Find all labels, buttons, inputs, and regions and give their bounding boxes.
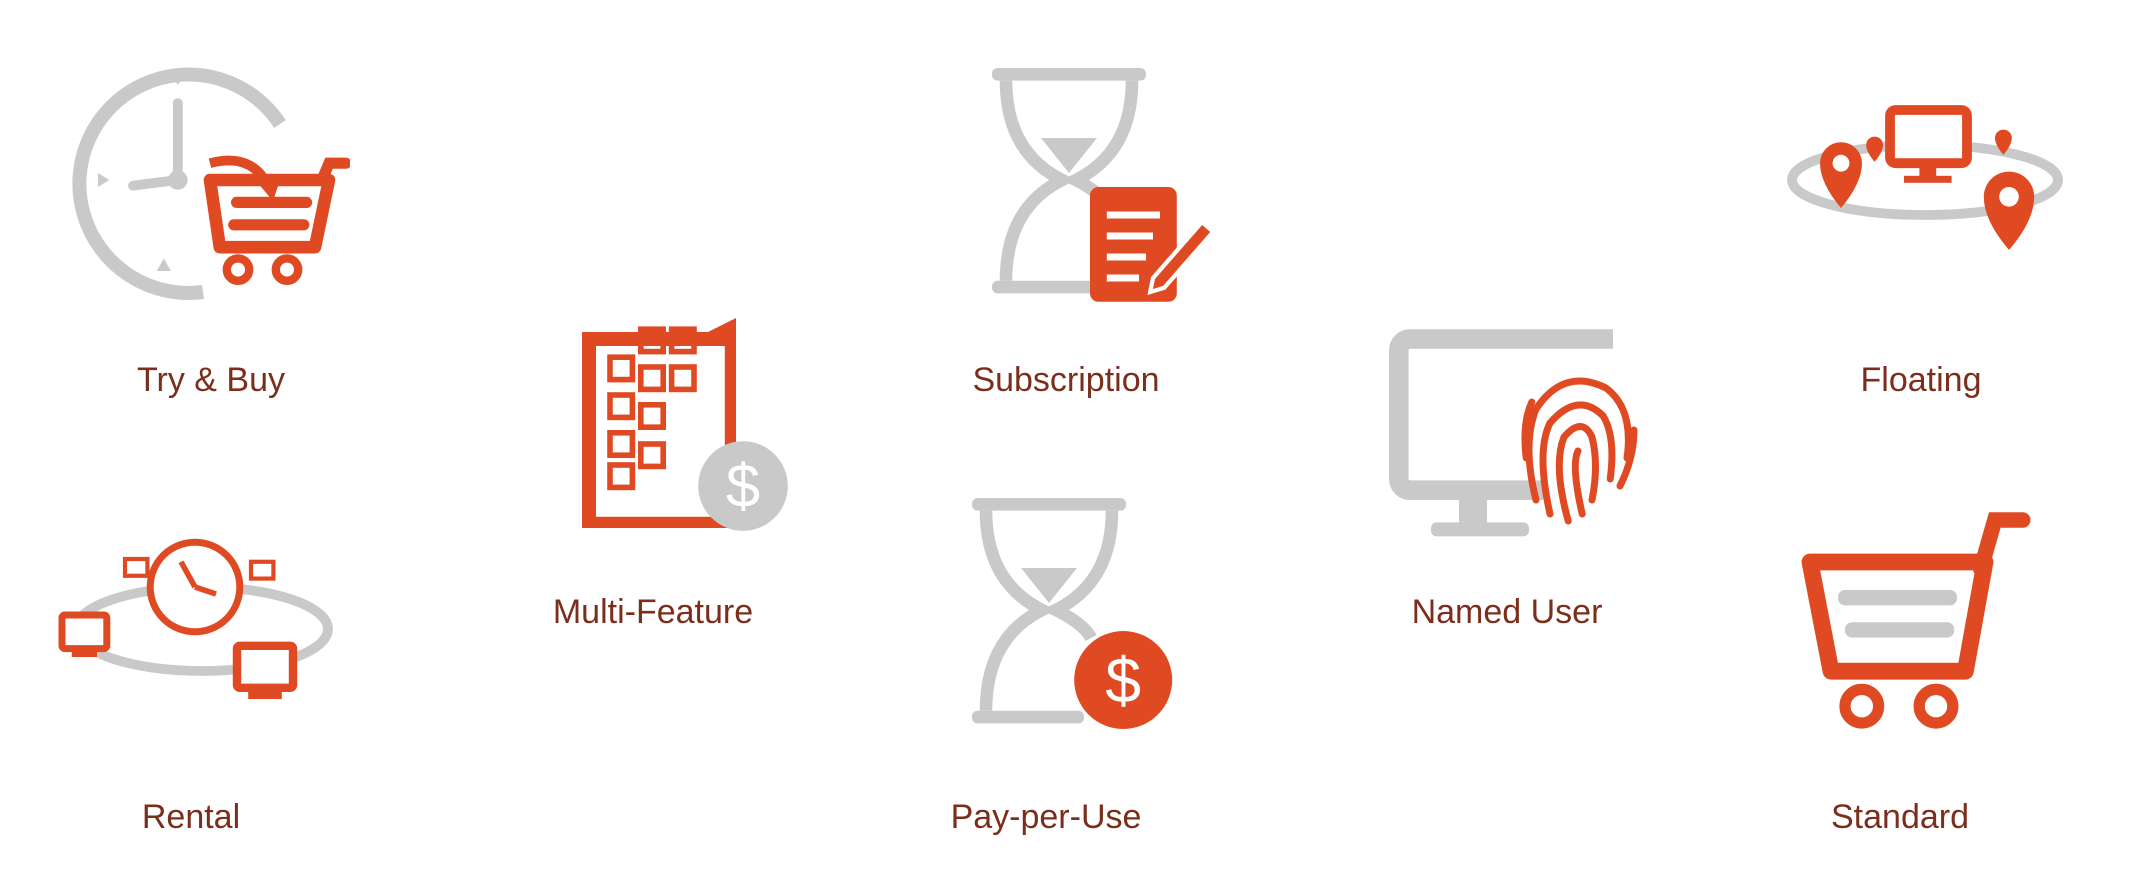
svg-text:$: $ — [726, 452, 760, 521]
shopping-cart-icon — [1801, 512, 2031, 729]
hourglass-document-icon — [992, 68, 1217, 302]
monitor-fingerprint-icon — [1389, 329, 1638, 537]
label-standard: Standard — [1831, 798, 1969, 836]
clock-network-icon — [58, 538, 333, 699]
label-subscription: Subscription — [972, 361, 1160, 399]
network-locations-icon — [1787, 105, 2063, 250]
clock-cart-icon — [72, 67, 350, 300]
label-named-user: Named User — [1411, 593, 1603, 631]
label-rental: Rental — [141, 798, 241, 836]
hourglass-dollar-icon: $ — [972, 498, 1173, 729]
svg-text:$: $ — [1105, 644, 1141, 716]
checklist-dollar-icon: $ — [582, 318, 788, 531]
label-multi-feature: Multi-Feature — [552, 593, 754, 631]
label-floating: Floating — [1860, 361, 1982, 399]
label-try-and-buy: Try & Buy — [137, 361, 285, 399]
label-pay-per-use: Pay-per-Use — [950, 798, 1142, 836]
